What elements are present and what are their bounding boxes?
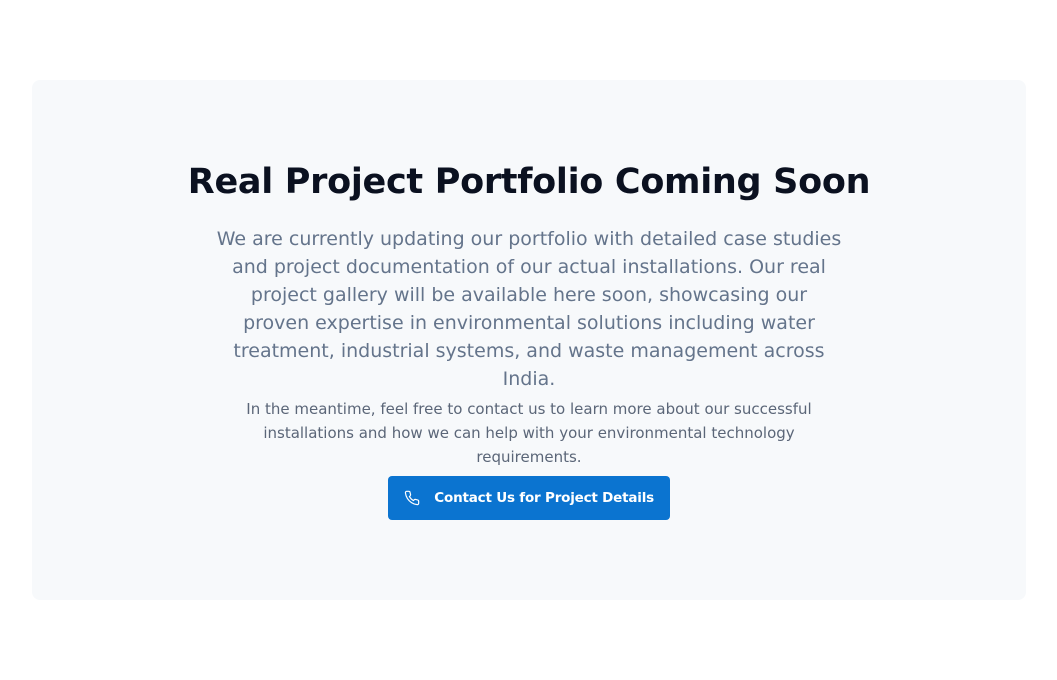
contact-note: In the meantime, feel free to contact us…	[246, 400, 812, 466]
lead-paragraph: We are currently updating our portfolio …	[216, 228, 842, 390]
contact-us-button[interactable]: Contact Us for Project Details	[388, 476, 670, 520]
phone-icon	[404, 489, 420, 507]
page-title: Real Project Portfolio Coming Soon	[187, 162, 871, 202]
portfolio-coming-soon-card: Real Project Portfolio Coming Soon We ar…	[32, 80, 1026, 600]
contact-us-button-label: Contact Us for Project Details	[434, 490, 654, 506]
